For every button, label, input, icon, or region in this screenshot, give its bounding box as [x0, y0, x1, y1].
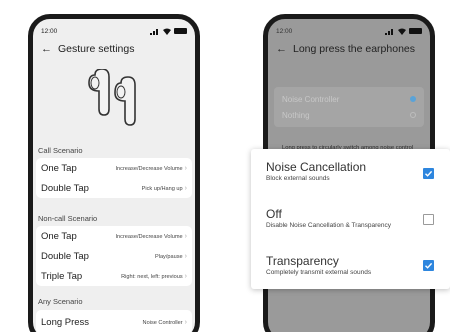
radio-unselected-icon[interactable]	[410, 112, 416, 118]
status-time: 12:00	[41, 27, 58, 35]
battery-icon	[409, 28, 422, 34]
section-call: Call Scenario	[38, 146, 83, 155]
popup-option-noise-cancellation[interactable]: Noise Cancellation Block external sounds	[266, 160, 436, 182]
checkbox-off[interactable]	[423, 214, 434, 225]
header: ← Long press the earphones	[276, 41, 426, 57]
checkbox-noise-cancellation[interactable]	[423, 168, 434, 179]
checkbox-transparency[interactable]	[423, 260, 434, 271]
header: ← Gesture settings	[41, 41, 191, 57]
radio-selected-icon[interactable]	[410, 96, 416, 102]
popup-option-off[interactable]: Off Disable Noise Cancellation & Transpa…	[266, 207, 436, 229]
signal-icon	[385, 28, 393, 35]
row-noncall-one-tap[interactable]: One Tap Increase/Decrease Volume ›	[36, 226, 192, 246]
section-non-call: Non-call Scenario	[38, 214, 98, 223]
status-bar: 12:00	[276, 25, 422, 37]
earbuds-illustration	[88, 69, 136, 126]
option-nothing[interactable]: Nothing	[282, 107, 416, 123]
row-call-double-tap[interactable]: Double Tap Pick up/Hang up ›	[36, 178, 192, 198]
section-any: Any Scenario	[38, 297, 83, 306]
row-noncall-triple-tap[interactable]: Triple Tap Right: next, left: previous ›	[36, 266, 192, 286]
back-arrow-icon[interactable]: ←	[41, 43, 52, 55]
wifi-icon	[163, 28, 171, 35]
chevron-right-icon: ›	[184, 164, 187, 172]
noise-modes-popup: Noise Cancellation Block external sounds…	[251, 149, 450, 289]
chevron-right-icon: ›	[184, 272, 187, 280]
page-title: Gesture settings	[58, 43, 135, 55]
option-noise-controller[interactable]: Noise Controller	[282, 91, 416, 107]
call-card: One Tap Increase/Decrease Volume › Double…	[36, 158, 192, 198]
chevron-right-icon: ›	[184, 184, 187, 192]
row-long-press[interactable]: Long Press Noise Controller ›	[36, 310, 192, 332]
page-title: Long press the earphones	[293, 43, 416, 55]
row-noncall-double-tap[interactable]: Double Tap Play/pause ›	[36, 246, 192, 266]
signal-icon	[150, 28, 158, 35]
status-bar: 12:00	[41, 25, 187, 37]
back-arrow-icon[interactable]: ←	[276, 43, 287, 55]
status-time: 12:00	[276, 27, 293, 35]
battery-icon	[174, 28, 187, 34]
any-card: Long Press Noise Controller ›	[36, 310, 192, 332]
gesture-settings-screen: 12:00 ← Gesture settings Call Scenario O…	[28, 14, 200, 332]
chevron-right-icon: ›	[184, 318, 187, 326]
chevron-right-icon: ›	[184, 252, 187, 260]
chevron-right-icon: ›	[184, 232, 187, 240]
wifi-icon	[398, 28, 406, 35]
non-call-card: One Tap Increase/Decrease Volume › Double…	[36, 226, 192, 286]
popup-option-transparency[interactable]: Transparency Completely transmit externa…	[266, 254, 436, 276]
mode-options-card: Noise Controller Nothing	[274, 87, 424, 127]
row-call-one-tap[interactable]: One Tap Increase/Decrease Volume ›	[36, 158, 192, 178]
